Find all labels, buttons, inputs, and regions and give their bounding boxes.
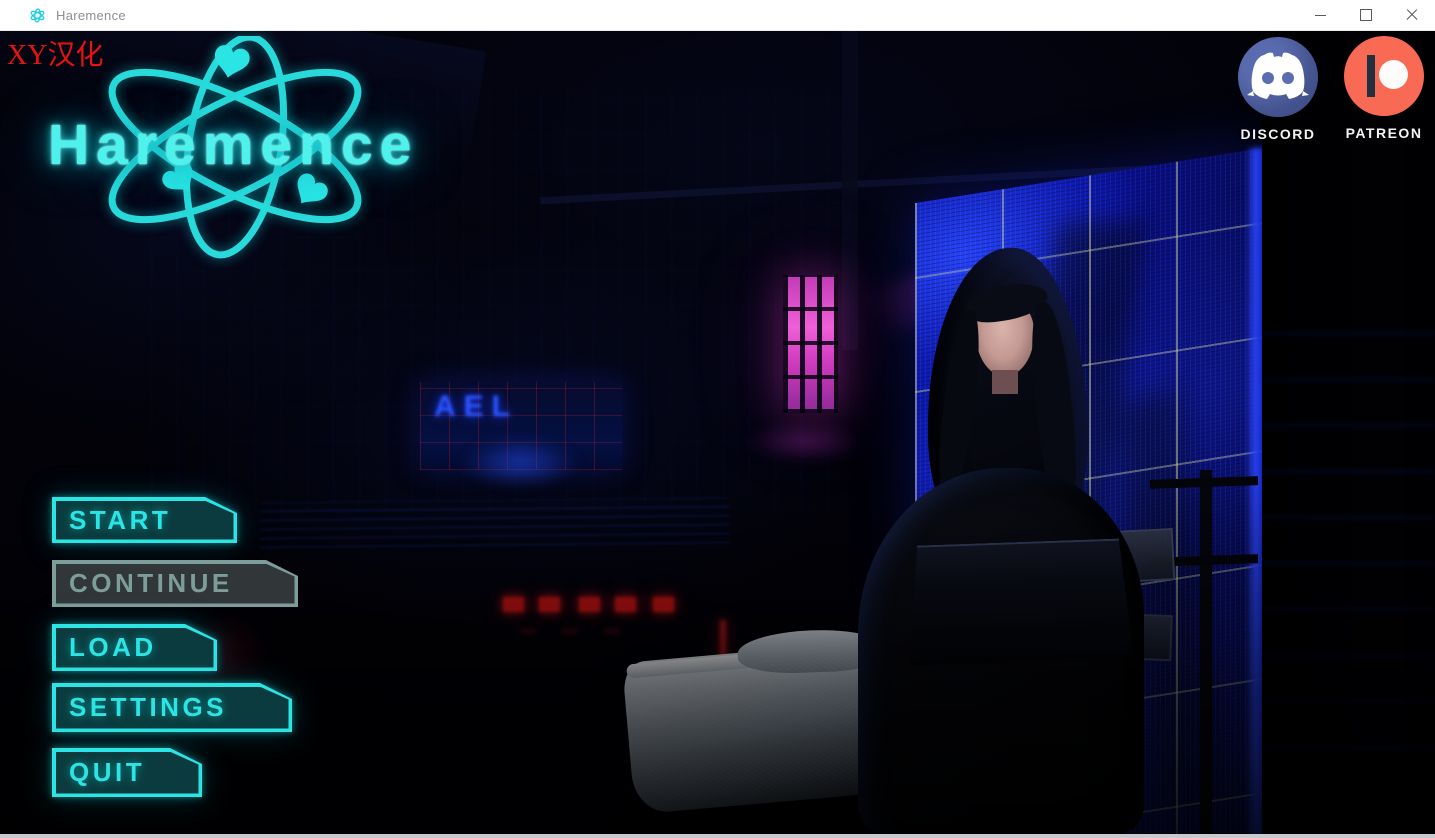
patreon-icon <box>1344 36 1424 116</box>
discord-label: DISCORD <box>1234 126 1322 142</box>
close-button[interactable] <box>1389 0 1435 30</box>
menu-label-quit: QUIT <box>52 757 145 788</box>
app-atom-icon <box>29 7 46 24</box>
scene-neon-reflection <box>520 628 640 634</box>
discord-icon <box>1238 37 1318 117</box>
scene-magenta-window <box>783 275 838 413</box>
maximize-button[interactable] <box>1343 0 1389 30</box>
titlebar: Haremence <box>0 0 1435 31</box>
scene-post <box>842 30 858 350</box>
girl-neck <box>992 370 1018 394</box>
minimize-button[interactable] <box>1297 0 1343 30</box>
window-bottom-edge <box>0 834 1435 838</box>
menu-button-quit[interactable]: QUIT <box>52 748 202 797</box>
window-controls <box>1297 0 1435 30</box>
patreon-dot <box>1379 60 1408 89</box>
localization-badge: XY汉化 <box>7 33 103 73</box>
scene-right-streaks <box>1262 330 1435 750</box>
scene-frame-pole <box>1200 470 1212 834</box>
scene-monitor-glow <box>460 438 580 488</box>
minimize-icon <box>1315 15 1326 16</box>
menu-button-load[interactable]: LOAD <box>52 624 217 671</box>
patreon-bar <box>1367 55 1375 97</box>
patreon-button[interactable]: PATREON <box>1340 36 1428 141</box>
neon-glyph <box>539 597 560 612</box>
maximize-icon <box>1360 9 1372 21</box>
game-title: Haremence <box>48 112 418 178</box>
app-window: Haremence AEL <box>0 0 1435 838</box>
close-icon <box>1405 8 1419 22</box>
patreon-label: PATREON <box>1340 125 1428 141</box>
game-logo: Haremence <box>52 36 452 276</box>
menu-button-continue[interactable]: CONTINUE <box>52 560 298 607</box>
scene-magenta-floor-glow <box>744 422 864 462</box>
window-title: Haremence <box>56 8 126 23</box>
scene-window-bars <box>783 275 838 413</box>
menu-label-continue: CONTINUE <box>52 568 233 599</box>
scene-monitor: AEL <box>420 382 622 470</box>
scene-platform-lights <box>260 498 730 549</box>
scene-red-neon-signs <box>503 593 678 619</box>
scene-monitor-text: AEL <box>434 390 518 424</box>
menu-label-start: START <box>52 505 171 536</box>
game-viewport: AEL <box>0 30 1435 834</box>
girl-laptop <box>906 538 1134 666</box>
menu-button-start[interactable]: START <box>52 497 237 543</box>
menu-label-settings: SETTINGS <box>52 692 227 723</box>
discord-button[interactable]: DISCORD <box>1234 37 1322 142</box>
menu-label-load: LOAD <box>52 632 157 663</box>
neon-glyph <box>503 597 524 612</box>
neon-glyph <box>579 597 600 612</box>
neon-glyph <box>653 597 674 612</box>
menu-button-settings[interactable]: SETTINGS <box>52 683 292 732</box>
neon-glyph <box>615 597 636 612</box>
